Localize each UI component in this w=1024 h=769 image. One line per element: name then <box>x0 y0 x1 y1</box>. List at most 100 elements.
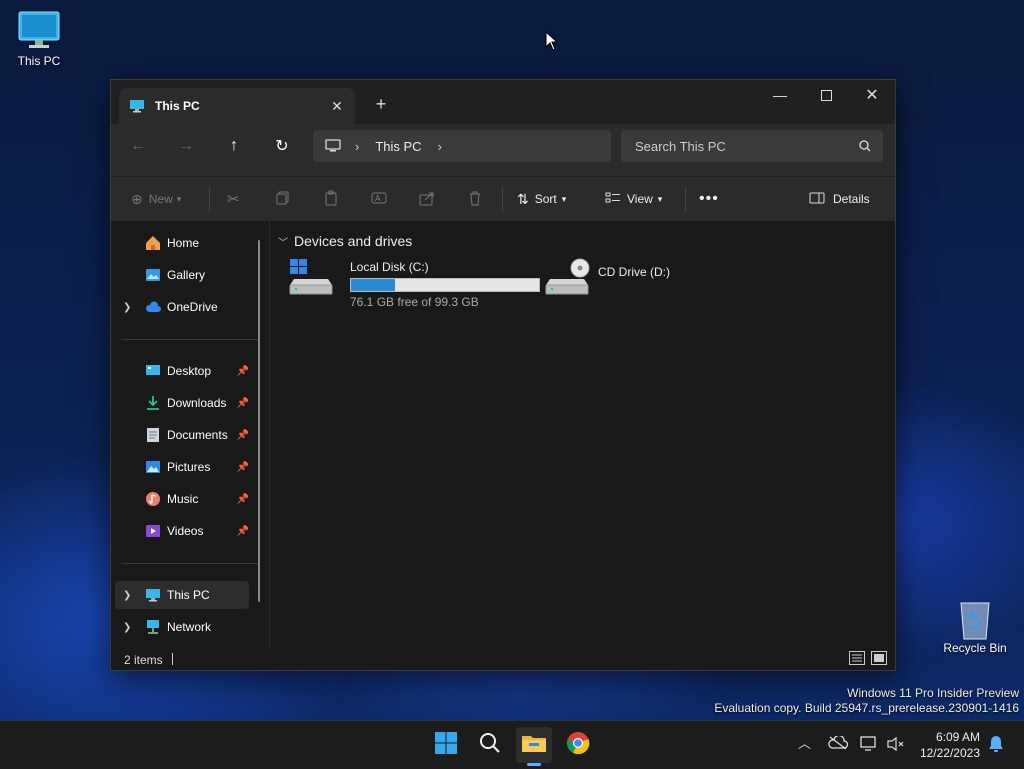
navigation-bar: ← → ↑ ↻ › This PC › Search This PC <box>111 124 895 176</box>
desktop-folder-icon <box>145 363 161 379</box>
gallery-icon <box>145 267 161 283</box>
close-window-button[interactable]: ✕ <box>849 80 895 110</box>
address-segment[interactable]: This PC <box>375 139 421 154</box>
share-icon <box>419 190 435 209</box>
taskbar: ︿ 6:09 AM 12/22/2023 <box>0 720 1024 769</box>
pin-icon[interactable]: 📌 <box>237 526 249 537</box>
new-button-label: New <box>148 192 173 206</box>
forward-button[interactable]: → <box>170 130 202 162</box>
pin-icon[interactable]: 📌 <box>237 366 249 377</box>
maximize-button[interactable] <box>803 80 849 110</box>
sidebar-item-label: Desktop <box>167 364 212 378</box>
sort-button[interactable]: ⇅ Sort ▾ <box>517 185 566 213</box>
status-bar: 2 items <box>111 648 895 670</box>
details-button[interactable]: Details <box>809 185 870 213</box>
hard-drive-windows-icon <box>288 257 336 297</box>
delete-button[interactable] <box>467 185 483 213</box>
search-input[interactable]: Search This PC <box>635 139 859 154</box>
desktop-icon-recycle-bin[interactable]: Recycle Bin <box>937 597 1013 655</box>
sort-button-label: Sort <box>534 192 557 206</box>
network-icon <box>145 619 161 635</box>
back-button[interactable]: ← <box>122 130 154 162</box>
address-bar[interactable]: › This PC › <box>313 130 611 162</box>
pin-icon[interactable]: 📌 <box>237 398 249 409</box>
tab-this-pc[interactable]: This PC ✕ <box>119 88 355 124</box>
sidebar-item-videos[interactable]: Videos 📌 <box>115 517 249 545</box>
new-tab-button[interactable]: + <box>369 92 393 116</box>
sidebar-item-pictures[interactable]: Pictures 📌 <box>115 453 249 481</box>
new-button[interactable]: ⊕ New ▾ <box>131 185 181 213</box>
desktop-icon-this-pc[interactable]: This PC <box>1 10 77 68</box>
plus-circle-icon: ⊕ <box>131 190 143 207</box>
search-icon <box>859 140 871 152</box>
share-button[interactable] <box>419 185 435 213</box>
sidebar-item-gallery[interactable]: Gallery <box>115 261 249 289</box>
sidebar-item-desktop[interactable]: Desktop 📌 <box>115 357 249 385</box>
start-button[interactable] <box>428 727 464 763</box>
chevron-right-icon[interactable]: › <box>438 139 442 154</box>
paste-button[interactable] <box>323 185 339 213</box>
sidebar-scrollbar[interactable] <box>258 240 260 602</box>
music-icon <box>145 491 161 507</box>
more-options-button[interactable]: ••• <box>699 185 719 213</box>
pin-icon[interactable]: 📌 <box>237 494 249 505</box>
pin-icon[interactable]: 📌 <box>237 430 249 441</box>
show-hidden-icons-button[interactable]: ︿ <box>798 733 811 752</box>
cut-button[interactable]: ✂ <box>227 185 240 213</box>
sidebar-item-home[interactable]: Home <box>115 229 249 257</box>
onedrive-offline-icon[interactable] <box>828 734 849 753</box>
clock-time: 6:09 AM <box>935 730 980 744</box>
search-box[interactable]: Search This PC <box>621 130 883 162</box>
up-button[interactable]: ↑ <box>218 130 250 162</box>
sidebar-item-label: Gallery <box>167 268 206 282</box>
group-header-devices[interactable]: ﹀ Devices and drives <box>278 233 412 249</box>
search-icon <box>479 732 501 759</box>
search-button[interactable] <box>472 727 508 763</box>
computer-icon <box>17 10 61 50</box>
network-status-icon[interactable] <box>860 736 878 755</box>
view-button[interactable]: View ▾ <box>605 185 662 213</box>
sidebar-item-this-pc[interactable]: ❯ This PC <box>115 581 249 609</box>
sidebar-separator <box>121 563 259 564</box>
file-explorer-window: This PC ✕ + — ✕ ← → ↑ ↻ › This PC › Sear… <box>110 79 896 671</box>
chevron-right-icon[interactable]: ❯ <box>123 622 131 633</box>
chevron-right-icon[interactable]: ❯ <box>123 302 131 313</box>
clock[interactable]: 6:09 AM 12/22/2023 <box>910 729 980 761</box>
details-view-icon[interactable] <box>849 651 865 668</box>
tiles-view-icon[interactable] <box>871 651 887 668</box>
sidebar-item-music[interactable]: Music 📌 <box>115 485 249 513</box>
folder-icon <box>521 732 547 759</box>
pin-icon[interactable]: 📌 <box>237 462 249 473</box>
chevron-down-icon[interactable]: ﹀ <box>278 234 288 249</box>
volume-muted-icon[interactable] <box>886 736 906 755</box>
sidebar-item-label: Music <box>167 492 199 506</box>
chrome-taskbar-button[interactable] <box>560 727 596 763</box>
chevron-right-icon[interactable]: ❯ <box>123 590 131 601</box>
refresh-button[interactable]: ↻ <box>266 130 298 162</box>
clock-date: 12/22/2023 <box>919 746 980 760</box>
minimize-button[interactable]: — <box>757 80 803 110</box>
windows-logo-icon <box>434 731 458 760</box>
sidebar-item-network[interactable]: ❯ Network <box>115 613 249 641</box>
sidebar-separator <box>121 339 259 340</box>
rename-button[interactable]: A <box>371 185 387 213</box>
chevron-right-icon[interactable]: › <box>355 139 359 154</box>
notification-bell-icon[interactable] <box>988 735 1004 756</box>
mouse-cursor-icon <box>545 30 559 56</box>
sidebar-item-onedrive[interactable]: ❯ OneDrive <box>115 293 249 321</box>
copy-button[interactable] <box>275 185 291 213</box>
drive-usage-fill <box>351 279 395 291</box>
copy-icon <box>275 190 291 209</box>
drive-item-local-disk-c[interactable]: Local Disk (C:) 76.1 GB free of 99.3 GB <box>288 257 540 309</box>
rename-icon: A <box>371 190 387 209</box>
video-icon <box>145 523 161 539</box>
computer-icon <box>129 99 145 113</box>
file-explorer-taskbar-button[interactable] <box>516 727 552 766</box>
recycle-bin-icon <box>953 597 997 640</box>
group-header-label: Devices and drives <box>294 233 413 249</box>
drive-item-cd-drive-d[interactable]: CD Drive (D:) <box>544 257 670 297</box>
view-button-label: View <box>627 192 653 206</box>
sidebar-item-documents[interactable]: Documents 📌 <box>115 421 249 449</box>
close-tab-icon[interactable]: ✕ <box>325 94 349 118</box>
sidebar-item-downloads[interactable]: Downloads 📌 <box>115 389 249 417</box>
